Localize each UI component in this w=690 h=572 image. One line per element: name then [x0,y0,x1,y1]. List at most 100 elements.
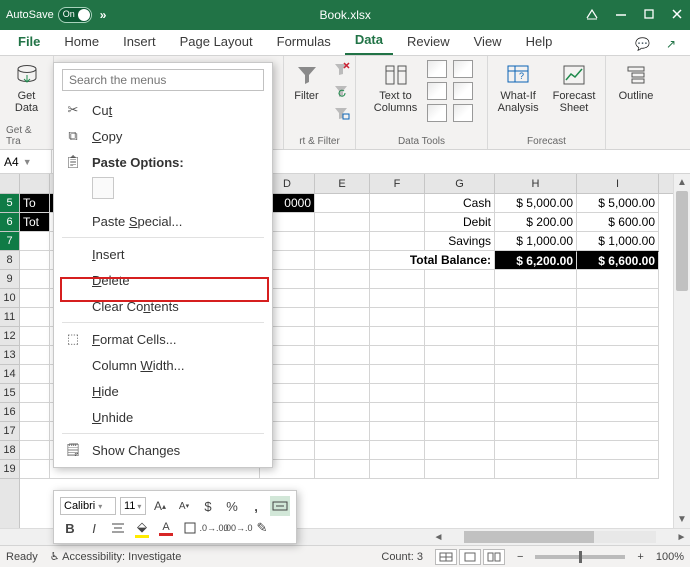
relationships-icon[interactable] [453,82,473,100]
scroll-up-icon[interactable]: ▲ [674,174,690,191]
scroll-down-icon[interactable]: ▼ [674,511,690,528]
cell-H7[interactable]: $ 1,000.00 [495,232,577,251]
cell-I5[interactable]: $ 5,000.00 [577,194,659,213]
zoom-out-icon[interactable]: − [517,551,523,563]
page-layout-view-icon[interactable] [459,549,481,565]
tab-review[interactable]: Review [397,30,460,55]
mt-merge-center-icon[interactable] [270,496,290,516]
cell-E8[interactable] [315,251,370,270]
row-header-5[interactable]: 5 [0,194,19,213]
row-header-12[interactable]: 12 [0,327,19,346]
get-data-button[interactable]: Get Data [9,60,45,116]
col-header-G[interactable]: G [425,174,495,193]
cell-F7[interactable] [370,232,425,251]
cm-insert[interactable]: Insert [54,241,272,267]
row-header-7[interactable]: 7 [0,232,19,251]
cell-I8[interactable]: $ 6,600.00 [577,251,659,270]
hscroll-track[interactable] [464,531,656,543]
zoom-slider[interactable] [535,555,625,559]
cell-E6[interactable] [315,213,370,232]
cell-F5[interactable] [370,194,425,213]
scroll-right-icon[interactable]: ► [673,532,690,543]
mt-font-name[interactable]: Calibri▾ [60,497,116,515]
data-validation-icon[interactable] [427,104,447,122]
reapply-filter-icon[interactable] [331,82,351,100]
zoom-level[interactable]: 100% [656,551,684,563]
tab-help[interactable]: Help [516,30,563,55]
minimize-icon[interactable] [614,7,628,24]
row-header-13[interactable]: 13 [0,346,19,365]
cell-E5[interactable] [315,194,370,213]
cm-show-changes[interactable]: 🗒︎ Show Changes [54,437,272,463]
data-model-icon[interactable] [453,104,473,122]
cell-H8[interactable]: $ 6,200.00 [495,251,577,270]
cell-F6[interactable] [370,213,425,232]
row-header-10[interactable]: 10 [0,289,19,308]
row-header-6[interactable]: 6 [0,213,19,232]
text-to-columns-button[interactable]: Text to Columns [370,60,421,116]
accessibility-status[interactable]: ♿︎ Accessibility: Investigate [50,550,182,563]
maximize-icon[interactable] [642,7,656,24]
row-header-11[interactable]: 11 [0,308,19,327]
row-header-8[interactable]: 8 [0,251,19,270]
select-all-corner[interactable] [0,174,19,194]
row-header-19[interactable]: 19 [0,460,19,479]
cell-B6[interactable]: Tot [20,213,50,232]
mt-borders-icon[interactable] [180,518,200,538]
advanced-filter-icon[interactable] [331,104,351,122]
mt-percent-format-icon[interactable]: % [222,496,242,516]
tab-file[interactable]: File [8,30,50,55]
tab-home[interactable]: Home [54,30,109,55]
clear-filter-icon[interactable] [331,60,351,78]
outline-button[interactable]: Outline [615,60,658,104]
mt-format-painter-icon[interactable]: ✎ [252,518,272,538]
col-header-B[interactable] [20,174,50,193]
row-header-14[interactable]: 14 [0,365,19,384]
cm-column-width[interactable]: Column Width... [54,352,272,378]
flash-fill-icon[interactable] [427,60,447,78]
remove-duplicates-icon[interactable] [427,82,447,100]
mt-font-size[interactable]: 11▾ [120,497,146,515]
row-header-17[interactable]: 17 [0,422,19,441]
autosave-toggle[interactable]: On [58,7,92,23]
tab-data[interactable]: Data [345,28,393,55]
close-icon[interactable] [670,7,684,24]
mt-decrease-decimal-icon[interactable]: .00→.0 [228,518,248,538]
mt-align-icon[interactable] [108,518,128,538]
mt-accounting-format-icon[interactable]: $ [198,496,218,516]
hscroll-thumb[interactable] [464,531,594,543]
share-icon[interactable]: ↗ [660,33,682,55]
cell-G6[interactable]: Debit [425,213,495,232]
row-header-16[interactable]: 16 [0,403,19,422]
cm-copy[interactable]: ⧉ Copy [54,123,272,149]
row-header-15[interactable]: 15 [0,384,19,403]
cm-format-cells[interactable]: ⬚ Format Cells... [54,326,272,352]
row-header-18[interactable]: 18 [0,441,19,460]
cell-H5[interactable]: $ 5,000.00 [495,194,577,213]
mt-font-color-icon[interactable]: A [156,518,176,538]
whatif-button[interactable]: ? What-If Analysis [494,60,543,116]
cell-E7[interactable] [315,232,370,251]
context-menu-search[interactable] [62,69,264,91]
tab-insert[interactable]: Insert [113,30,166,55]
row-header-9[interactable]: 9 [0,270,19,289]
cell-H6[interactable]: $ 200.00 [495,213,577,232]
paste-default-icon[interactable] [92,177,114,199]
filter-button[interactable]: Filter [289,60,325,104]
consolidate-icon[interactable] [453,60,473,78]
qat-overflow-icon[interactable]: » [100,8,107,22]
cell-B7[interactable] [20,232,50,251]
scroll-left-icon[interactable]: ◄ [430,532,447,543]
forecast-sheet-button[interactable]: Forecast Sheet [549,60,600,116]
cm-unhide[interactable]: Unhide [54,404,272,430]
comments-icon[interactable]: 💬 [629,33,656,55]
cell-G7[interactable]: Savings [425,232,495,251]
name-box[interactable]: A4 ▼ [0,150,52,173]
mt-italic-icon[interactable]: I [84,518,104,538]
mt-fill-color-icon[interactable]: ⬙ [132,518,152,538]
mt-comma-format-icon[interactable]: , [246,496,266,516]
vertical-scrollbar[interactable]: ▲ ▼ [673,174,690,528]
mt-bold-icon[interactable]: B [60,518,80,538]
page-break-view-icon[interactable] [483,549,505,565]
mt-decrease-font-icon[interactable]: A▾ [174,496,194,516]
